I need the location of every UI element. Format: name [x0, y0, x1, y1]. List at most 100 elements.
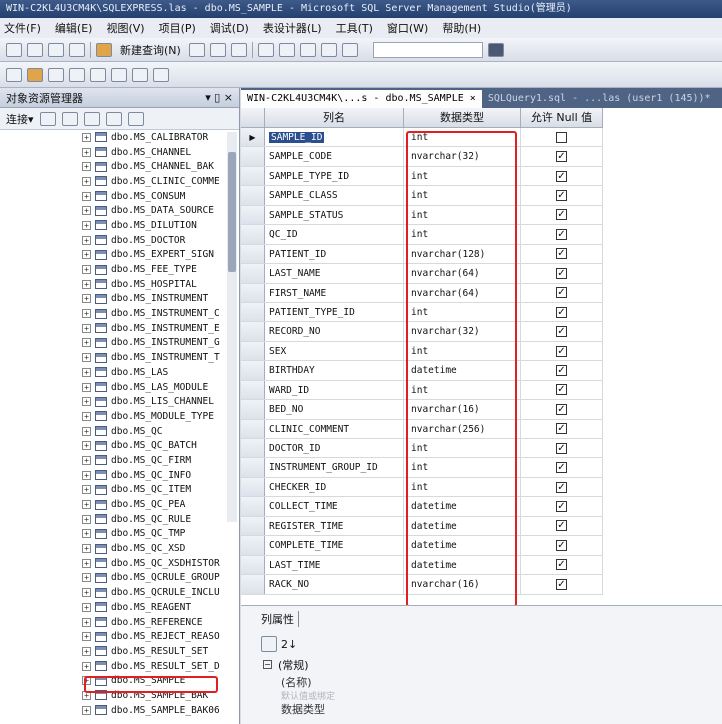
expand-icon[interactable]: +	[82, 500, 91, 510]
expand-icon[interactable]: +	[82, 323, 91, 333]
row-selector[interactable]	[241, 166, 265, 186]
column-name-cell[interactable]: RACK_NO	[265, 575, 404, 594]
row-selector[interactable]	[241, 147, 265, 166]
tab-close-icon[interactable]: ×	[470, 93, 476, 104]
collapse-icon[interactable]: −	[263, 660, 272, 669]
expand-icon[interactable]: +	[82, 279, 91, 289]
column-name-cell[interactable]: CHECKER_ID	[265, 477, 404, 497]
disconnect-icon[interactable]	[61, 111, 78, 126]
expand-icon[interactable]: +	[82, 661, 91, 671]
tree-item-table[interactable]: + dbo.MS_DATA_SOURCE	[0, 203, 226, 218]
column-name-cell[interactable]: COLLECT_TIME	[265, 497, 404, 516]
expand-icon[interactable]: +	[82, 206, 91, 216]
indexes-icon[interactable]	[69, 67, 85, 82]
tree-item-table[interactable]: + dbo.MS_DILUTION	[0, 218, 226, 233]
expand-icon[interactable]: +	[82, 470, 91, 480]
tree-item-table[interactable]: + dbo.MS_REJECT_REASO	[0, 629, 226, 644]
tree-item-table[interactable]: + dbo.MS_CHANNEL	[0, 145, 226, 160]
column-name-cell[interactable]: SAMPLE_CLASS	[265, 186, 404, 205]
allow-null-checkbox[interactable]: ✓	[556, 345, 567, 357]
column-name-cell[interactable]: LAST_NAME	[265, 264, 404, 283]
row-selector[interactable]	[241, 225, 265, 244]
expand-icon[interactable]: +	[82, 367, 91, 377]
expand-icon[interactable]: +	[82, 235, 91, 245]
primary-key-icon[interactable]	[27, 67, 43, 82]
expand-icon[interactable]: +	[82, 191, 91, 201]
fulltext-icon[interactable]	[90, 67, 106, 82]
allow-null-checkbox[interactable]: ✓	[556, 306, 567, 318]
tree-item-table[interactable]: + dbo.MS_CALIBRATOR	[0, 130, 226, 145]
row-selector[interactable]	[241, 419, 265, 438]
menu-item[interactable]: 表设计器(L)	[263, 20, 322, 36]
allow-null-checkbox[interactable]: ✓	[556, 364, 567, 376]
expand-icon[interactable]: +	[82, 353, 91, 363]
column-name-cell[interactable]: WARD_ID	[265, 380, 404, 400]
stop-icon[interactable]	[83, 111, 100, 126]
redo-icon[interactable]	[341, 42, 358, 57]
row-selector[interactable]	[241, 341, 265, 361]
spatial-index-icon[interactable]	[153, 67, 169, 82]
expand-icon[interactable]: +	[82, 411, 91, 421]
tree-scroll-thumb[interactable]	[228, 152, 236, 272]
expand-icon[interactable]: +	[82, 220, 91, 230]
property-data-type[interactable]: 数据类型	[241, 700, 722, 717]
menu-item[interactable]: 项目(P)	[159, 20, 196, 36]
allow-null-checkbox[interactable]	[556, 131, 567, 143]
tree-item-table[interactable]: + dbo.MS_QC_TMP	[0, 527, 226, 542]
expand-icon[interactable]: +	[82, 705, 91, 715]
column-name-cell[interactable]: BIRTHDAY	[265, 361, 404, 380]
tree-item-table[interactable]: + dbo.MS_LAS	[0, 365, 226, 380]
column-name-cell[interactable]: SAMPLE_ID	[265, 128, 404, 147]
menu-item[interactable]: 编辑(E)	[55, 20, 93, 36]
allow-null-checkbox[interactable]: ✓	[556, 228, 567, 240]
tree-item-table[interactable]: + dbo.MS_QC_FIRM	[0, 453, 226, 468]
expand-icon[interactable]: +	[82, 455, 91, 465]
xml-index-icon[interactable]	[111, 67, 127, 82]
tree-item-table[interactable]: + dbo.MS_QC_ITEM	[0, 483, 226, 498]
tree-item-table[interactable]: + dbo.MS_CHANNEL_BAK	[0, 159, 226, 174]
column-name-cell[interactable]: SAMPLE_CODE	[265, 147, 404, 166]
allow-null-checkbox[interactable]: ✓	[556, 578, 567, 590]
column-name-cell[interactable]: RECORD_NO	[265, 322, 404, 341]
menu-item[interactable]: 视图(V)	[106, 20, 144, 36]
expand-icon[interactable]: +	[82, 176, 91, 186]
menu-item[interactable]: 文件(F)	[4, 20, 41, 36]
menu-item[interactable]: 窗口(W)	[387, 20, 428, 36]
allow-null-checkbox[interactable]: ✓	[556, 403, 567, 415]
tree-scrollbar[interactable]	[227, 132, 237, 522]
allow-null-checkbox[interactable]: ✓	[556, 209, 567, 221]
tree-item-table[interactable]: + dbo.MS_RESULT_SET_D	[0, 659, 226, 674]
row-selector[interactable]	[241, 555, 265, 575]
column-name-cell[interactable]: SAMPLE_TYPE_ID	[265, 166, 404, 186]
report-icon[interactable]	[230, 42, 247, 57]
tree-item-table[interactable]: + dbo.MS_INSTRUMENT_E	[0, 321, 226, 336]
expand-icon[interactable]: +	[82, 338, 91, 348]
expand-icon[interactable]: +	[82, 426, 91, 436]
expand-icon[interactable]: +	[82, 132, 91, 142]
allow-null-checkbox[interactable]: ✓	[556, 442, 567, 454]
expand-icon[interactable]: +	[82, 529, 91, 539]
allow-null-checkbox[interactable]: ✓	[556, 539, 567, 551]
row-selector[interactable]	[241, 575, 265, 594]
save-all-icon[interactable]	[69, 42, 85, 57]
expand-icon[interactable]: +	[82, 573, 91, 583]
row-selector[interactable]	[241, 439, 265, 458]
tree-item-table[interactable]: + dbo.MS_HOSPITAL	[0, 277, 226, 292]
tree-item-table[interactable]: + dbo.MS_LIS_CHANNEL	[0, 394, 226, 409]
allow-null-checkbox[interactable]: ✓	[556, 248, 567, 260]
row-selector[interactable]	[241, 302, 265, 322]
tree-item-table[interactable]: + dbo.MS_QC_XSD	[0, 541, 226, 556]
expand-icon[interactable]: +	[82, 294, 91, 304]
expand-icon[interactable]: +	[82, 646, 91, 656]
new-project-icon[interactable]	[6, 42, 22, 57]
column-name-cell[interactable]: DOCTOR_ID	[265, 439, 404, 458]
tree-item-table[interactable]: + dbo.MS_MODULE_TYPE	[0, 409, 226, 424]
tree-item-table[interactable]: + dbo.MS_REFERENCE	[0, 615, 226, 630]
allow-null-checkbox[interactable]: ✓	[556, 462, 567, 474]
row-selector[interactable]	[241, 477, 265, 497]
tree-item-table[interactable]: + dbo.MS_EXPERT_SIGN	[0, 248, 226, 263]
solution-combo[interactable]	[372, 41, 483, 58]
debug-icon[interactable]	[487, 42, 504, 57]
column-name-cell[interactable]: FIRST_NAME	[265, 283, 404, 302]
allow-null-checkbox[interactable]: ✓	[556, 170, 567, 182]
